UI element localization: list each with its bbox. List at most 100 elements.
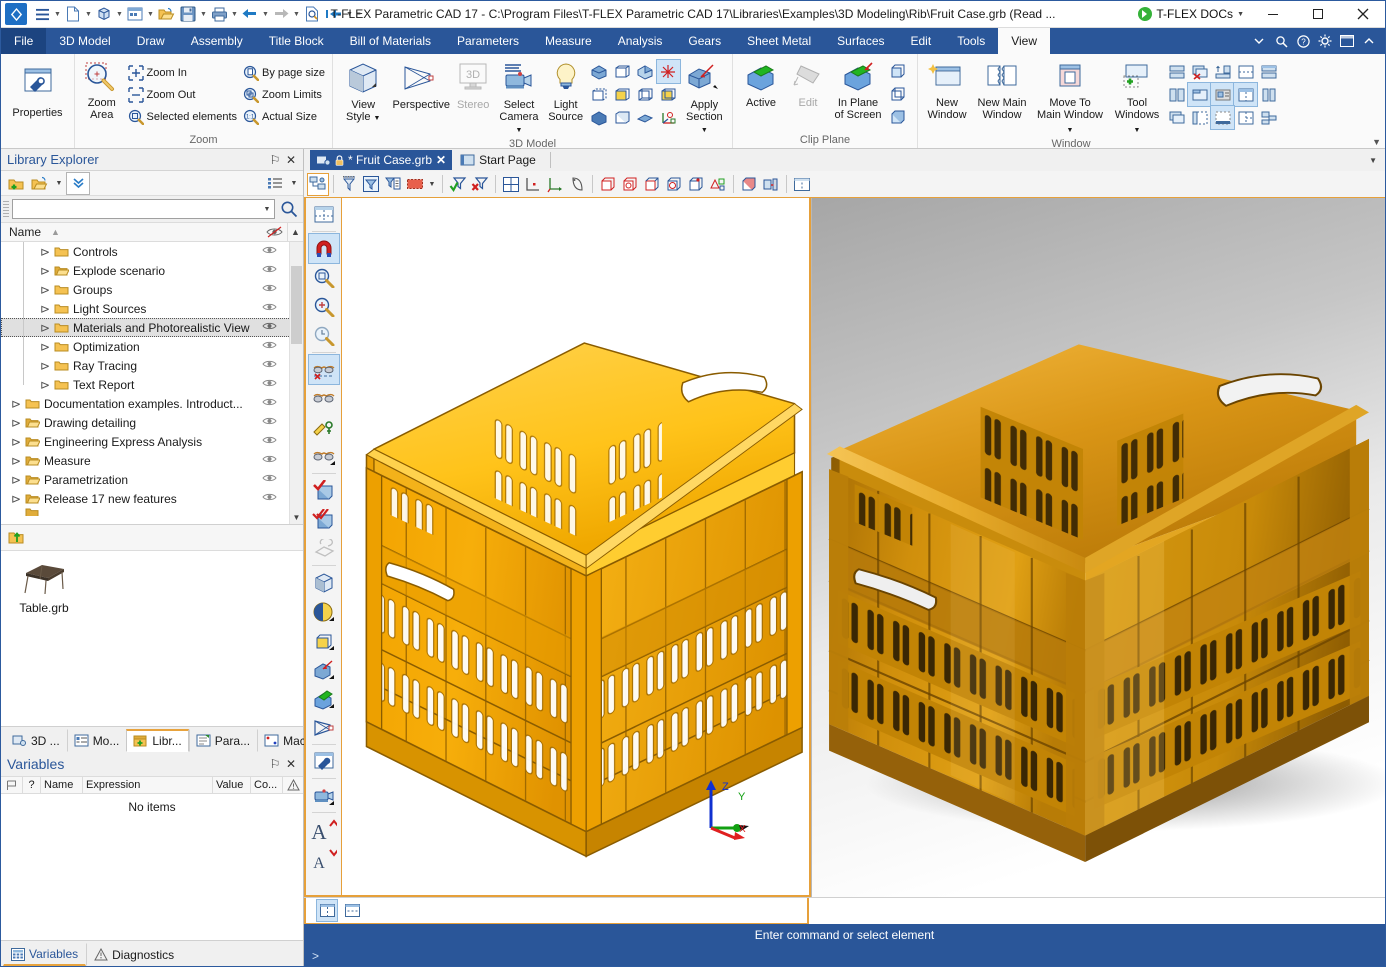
tree-expand-icon[interactable]: ⊳ [38, 264, 52, 278]
variables-column-flag[interactable] [1, 776, 23, 794]
go-up-folder-icon[interactable] [6, 527, 28, 548]
variables-column-comment[interactable]: Co... [251, 776, 283, 794]
clip-edit-button[interactable]: Edit [786, 58, 830, 109]
tree-item-release-17-new-features[interactable]: ⊳ Release 17 new features [1, 489, 303, 508]
preview-icon[interactable] [301, 3, 323, 25]
eye-icon[interactable] [262, 321, 277, 331]
apply-section-button[interactable]: Apply Section ▼ [680, 58, 729, 137]
3d-point-icon[interactable] [685, 173, 707, 196]
text-size-up-icon[interactable]: A [309, 815, 339, 844]
app-menu-icon[interactable] [31, 3, 53, 25]
clip-section-icon[interactable] [309, 655, 339, 684]
eye-icon[interactable] [262, 416, 277, 426]
tree-item-partial[interactable] [1, 508, 303, 516]
library-explorer-pin-button[interactable]: ⚐ [267, 151, 283, 169]
ribbon-tab-measure[interactable]: Measure [532, 28, 605, 54]
tree-scrollbar[interactable]: ▼ [289, 242, 303, 524]
panel-tab-model-tree[interactable]: Mo... [66, 729, 127, 752]
window-properties-icon[interactable] [1210, 82, 1235, 107]
search-dropdown-icon[interactable]: ▼ [260, 206, 274, 213]
viewport-layout-single-icon[interactable] [341, 899, 363, 922]
new-window-button[interactable]: New Window [921, 58, 973, 121]
text-size-down-icon[interactable]: A [309, 844, 339, 873]
ribbon-display-options-icon[interactable] [1337, 30, 1357, 52]
eye-icon[interactable] [262, 283, 277, 293]
tree-expand-icon[interactable]: ⊳ [9, 473, 23, 487]
bottom-tab-diagnostics[interactable]: Diagnostics [86, 943, 182, 966]
tree-expand-icon[interactable]: ⊳ [38, 378, 52, 392]
tree-item-optimization[interactable]: ⊳ Optimization [1, 337, 303, 356]
render-solid-icon[interactable] [588, 106, 611, 129]
highlight-glasses-icon[interactable] [309, 413, 339, 442]
library-tree-column-header[interactable]: Name ▲ ▲ [1, 222, 303, 242]
properties-icon[interactable] [309, 747, 339, 776]
zoom-in-icon[interactable] [309, 292, 339, 321]
3d-section-icon[interactable] [663, 173, 685, 196]
redo-caret-icon[interactable]: ▼ [292, 3, 301, 25]
zoom-in-button[interactable]: Zoom In [126, 62, 242, 84]
search-button[interactable] [278, 200, 300, 218]
grid-icon[interactable] [500, 173, 522, 196]
tree-expand-icon[interactable]: ⊳ [9, 435, 23, 449]
tree-expand-icon[interactable]: ⊳ [9, 492, 23, 506]
library-explorer-close-button[interactable]: ✕ [283, 151, 299, 169]
maximize-button[interactable] [1295, 1, 1340, 27]
viewport-wireframe[interactable]: Z Y X A A [304, 198, 811, 897]
new-assembly-caret-icon[interactable]: ▼ [146, 3, 155, 25]
arrange-icon[interactable] [1211, 60, 1234, 83]
tree-item-drawing-detailing[interactable]: ⊳ Drawing detailing [1, 413, 303, 432]
select-camera-button[interactable]: Select Camera ▼ [494, 58, 543, 137]
dock-left-icon[interactable] [1188, 106, 1211, 129]
eye-icon[interactable] [262, 245, 277, 255]
gear-icon[interactable] [1315, 30, 1335, 52]
tree-item-ray-tracing[interactable]: ⊳ Ray Tracing [1, 356, 303, 375]
variables-column-warning[interactable] [283, 776, 303, 794]
shade-edges-icon[interactable] [634, 60, 657, 83]
tree-expand-icon[interactable]: ⊳ [38, 340, 52, 354]
3d-node-icon[interactable] [597, 173, 619, 196]
refresh-view-icon[interactable] [655, 59, 681, 84]
new-3d-model-icon[interactable] [93, 3, 115, 25]
variables-pin-button[interactable]: ⚐ [267, 755, 283, 773]
ribbon-tab-edit[interactable]: Edit [898, 28, 945, 54]
close-button[interactable] [1340, 1, 1385, 27]
stereo-button[interactable]: 3D Stereo [452, 58, 494, 111]
open-icon[interactable] [155, 3, 177, 25]
customize-toolbar-icon[interactable]: ≡ [354, 3, 363, 25]
double-check-body-icon[interactable] [309, 505, 339, 534]
wireframe-icon[interactable] [611, 60, 634, 83]
ribbon-tab-file[interactable]: File [1, 28, 47, 54]
tool-windows-button[interactable]: Tool Windows ▼ [1109, 58, 1165, 137]
stack-windows-icon[interactable] [1257, 60, 1280, 83]
eye-icon[interactable] [262, 302, 277, 312]
tree-scroll-up-icon[interactable]: ▲ [287, 222, 303, 242]
move-to-main-window-button[interactable]: Move To Main Window ▼ [1031, 58, 1109, 137]
t-flex-docs-button[interactable]: T-FLEX DOCs ▼ [1132, 2, 1250, 26]
tree-item-materials-and-photorealistic-view[interactable]: ⊳ Materials and Photorealistic View [1, 318, 303, 337]
panel-tab-3d-model[interactable]: 3D ... [5, 729, 67, 752]
panel-tab-library[interactable]: Libr... [126, 729, 189, 752]
dock-bottom-icon[interactable] [1210, 105, 1235, 130]
ribbon-tab-assembly[interactable]: Assembly [178, 28, 256, 54]
ribbon-minimize-icon[interactable] [1359, 30, 1379, 52]
document-tab-start-page[interactable]: Start Page [452, 150, 544, 170]
document-tabs-overflow-icon[interactable]: ▼ [1369, 156, 1385, 165]
app-menu-caret-icon[interactable]: ▼ [53, 3, 62, 25]
eye-icon[interactable] [262, 473, 277, 483]
split-three-icon[interactable] [1234, 106, 1257, 129]
ribbon-tab-bill-of-materials[interactable]: Bill of Materials [337, 28, 444, 54]
back-caret-icon[interactable]: ▼ [345, 3, 354, 25]
zoom-selected-elements-button[interactable]: Selected elements [126, 106, 242, 128]
redo-icon[interactable] [270, 3, 292, 25]
two-panes-icon[interactable] [1257, 83, 1280, 106]
eye-icon[interactable] [262, 492, 277, 502]
split-view-icon[interactable] [791, 173, 813, 196]
tree-item-measure[interactable]: ⊳ Measure [1, 451, 303, 470]
undo-caret-icon[interactable]: ▼ [261, 3, 270, 25]
tree-item-parametrization[interactable]: ⊳ Parametrization [1, 470, 303, 489]
new-main-window-button[interactable]: New Main Window [973, 58, 1031, 121]
tree-expand-icon[interactable]: ⊳ [38, 302, 52, 316]
view-style-cube-icon[interactable] [309, 568, 339, 597]
chevron-down-icon[interactable] [1249, 30, 1269, 52]
library-tree[interactable]: ⊳ Controls ⊳ Explode scenario ⊳ Groups ⊳… [1, 242, 303, 525]
